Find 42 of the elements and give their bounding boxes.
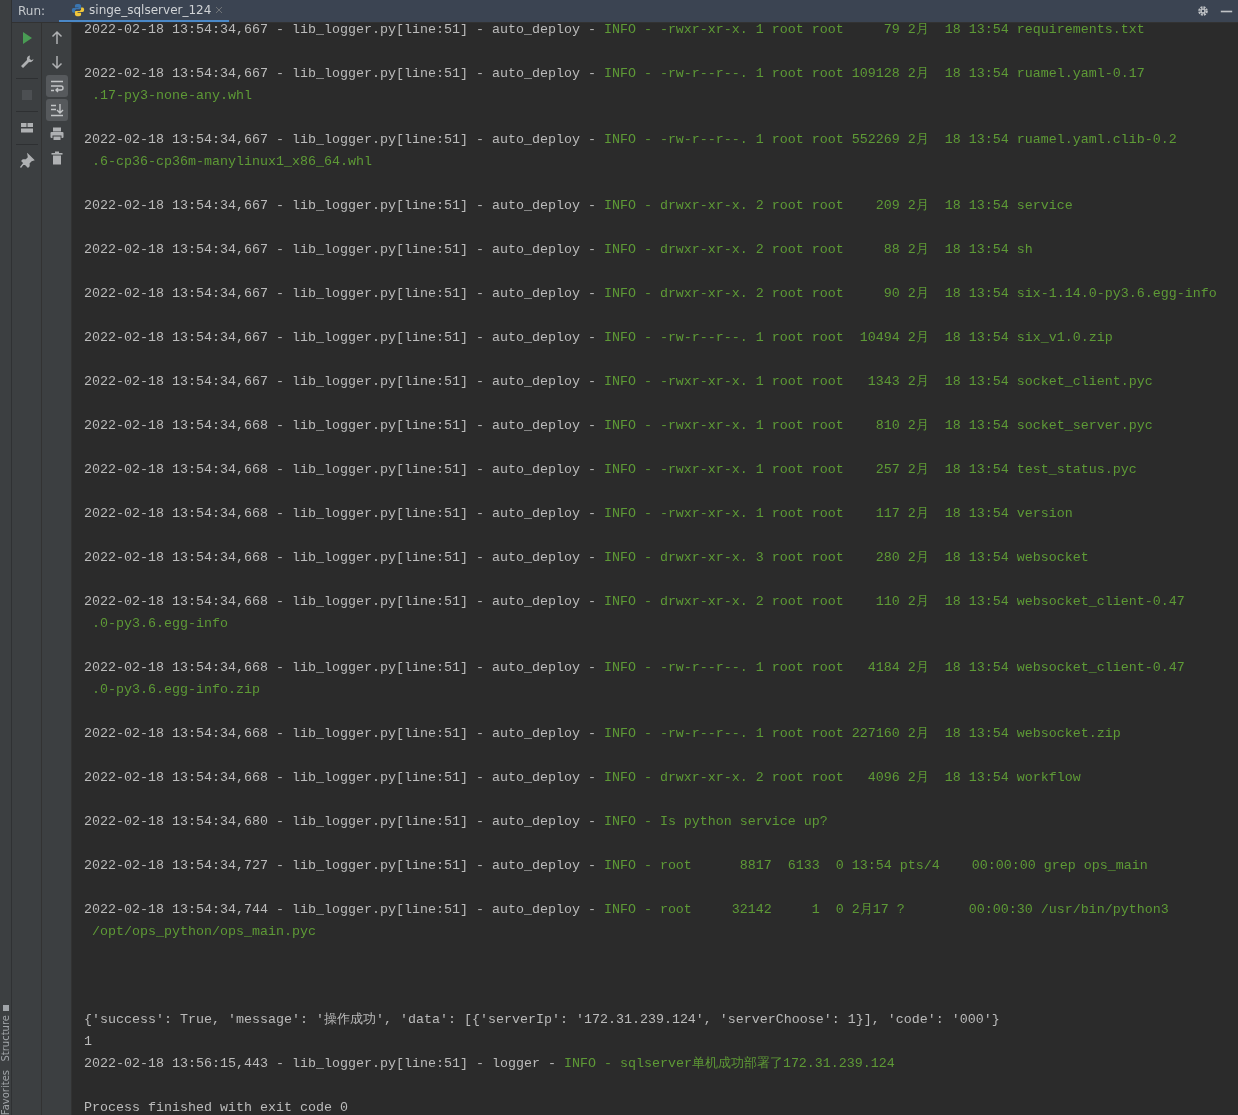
log-line: 2022-02-18 13:54:34,668 - lib_logger.py[line:51] - auto_deploy - INFO - -rwxr-xr-x. 1 root root 117 2月 18 13:54 version [84, 505, 1073, 523]
log-line: .17-py3-none-any.whl [91, 87, 252, 105]
soft-wrap-icon [48, 78, 65, 94]
log-line: 2022-02-18 13:56:15,443 - lib_logger.py[line:51] - logger - INFO - sqlserver单机成功部署了172.31.239.124 [84, 1055, 895, 1073]
log-line: .0-py3.6.egg-info [91, 615, 228, 633]
python-file-icon [71, 3, 86, 17]
log-line: 2022-02-18 13:54:34,668 - lib_logger.py[line:51] - auto_deploy - INFO - -rw-r--r--. 1 root root 227160 2月 18 13:54 websocket.zip [84, 725, 1121, 743]
grid-icon [2, 1005, 9, 1012]
printer-icon [48, 126, 65, 142]
log-line: 2022-02-18 13:54:34,668 - lib_logger.py[line:51] - auto_deploy - INFO - -rwxr-xr-x. 1 root root 810 2月 18 13:54 socket_server.pyc [84, 417, 1153, 435]
side-tab[interactable]: Favorites [0, 1069, 11, 1115]
side-tab[interactable]: Structure [0, 1015, 11, 1062]
log-line: 2022-02-18 13:54:34,680 - lib_logger.py[line:51] - auto_deploy - INFO - Is python service up? [84, 813, 828, 831]
soft-wrap-button[interactable] [45, 75, 68, 97]
log-line: 2022-02-18 13:54:34,668 - lib_logger.py[line:51] - auto_deploy - INFO - drwxr-xr-x. 2 root root 110 2月 18 13:54 websocket_client-0.47 [84, 593, 1185, 611]
scroll-to-end-button[interactable] [45, 99, 68, 121]
log-line: 2022-02-18 13:54:34,668 - lib_logger.py[line:51] - auto_deploy - INFO - -rw-r--r--. 1 root root 4184 2月 18 13:54 websocket_client-0.47 [84, 659, 1185, 677]
output-line: {'success': True, 'message': '操作成功', 'data': [{'serverIp': '172.31.239.124', 'serverChoose': 1}], 'code': '000'} [84, 1011, 1000, 1029]
log-line: 2022-02-18 13:54:34,667 - lib_logger.py[line:51] - auto_deploy - INFO - drwxr-xr-x. 2 root root 88 2月 18 13:54 sh [84, 241, 1033, 259]
log-line: 2022-02-18 13:54:34,667 - lib_logger.py[line:51] - auto_deploy - INFO - -rw-r--r--. 1 root root 109128 2月 18 13:54 ruamel.yaml-0.17 [84, 65, 1145, 83]
log-line: 2022-02-18 13:54:34,667 - lib_logger.py[line:51] - auto_deploy - INFO - -rw-r--r--. 1 root root 552269 2月 18 13:54 ruamel.yaml.clib-0.2 [84, 131, 1177, 149]
log-line: 2022-02-18 13:54:34,667 - lib_logger.py[line:51] - auto_deploy - INFO - drwxr-xr-x. 2 root root 90 2月 18 13:54 six-1.14.0-py3.6.egg-info [84, 285, 1217, 303]
pin-icon [18, 153, 35, 169]
run-label: Run: [17, 3, 47, 20]
output-line: Process finished with exit code 0 [84, 1099, 348, 1115]
log-line: /opt/ops_python/ops_main.pyc [91, 923, 316, 941]
scroll-to-end-icon [48, 102, 65, 118]
output-line: 1 [84, 1033, 92, 1051]
log-line: 2022-02-18 13:54:34,727 - lib_logger.py[line:51] - auto_deploy - INFO - root 8817 6133 0 13:54 pts/4 00:00:00 grep ops_main [84, 857, 1148, 875]
settings-icon[interactable] [1196, 4, 1210, 18]
log-line: .0-py3.6.egg-info.zip [91, 681, 260, 699]
log-line: 2022-02-18 13:54:34,667 - lib_logger.py[line:51] - auto_deploy - INFO - -rwxr-xr-x. 1 root root 1343 2月 18 13:54 socket_client.pyc [84, 373, 1153, 391]
log-line: 2022-02-18 13:54:34,668 - lib_logger.py[line:51] - auto_deploy - INFO - drwxr-xr-x. 3 root root 280 2月 18 13:54 websocket [84, 549, 1089, 567]
log-line: 2022-02-18 13:54:34,668 - lib_logger.py[line:51] - auto_deploy - INFO - drwxr-xr-x. 2 root root 4096 2月 18 13:54 workflow [84, 769, 1081, 787]
layout-icon [18, 120, 35, 136]
log-line: 2022-02-18 13:54:34,668 - lib_logger.py[line:51] - auto_deploy - INFO - -rwxr-xr-x. 1 root root 257 2月 18 13:54 test_status.pyc [84, 461, 1137, 479]
run-tab[interactable]: singe_sqlserver_124 [59, 0, 230, 22]
log-line: 2022-02-18 13:54:34,667 - lib_logger.py[line:51] - auto_deploy - INFO - -rw-r--r--. 1 root root 10494 2月 18 13:54 six_v1.0.zip [84, 329, 1113, 347]
log-line: 2022-02-18 13:54:34,744 - lib_logger.py[line:51] - auto_deploy - INFO - root 32142 1 0 2月17 ? 00:00:30 /usr/bin/python3 [84, 901, 1169, 919]
log-line: 2022-02-18 13:54:34,667 - lib_logger.py[line:51] - auto_deploy - INFO - drwxr-xr-x. 2 root root 209 2月 18 13:54 service [84, 197, 1073, 215]
log-line: 2022-02-18 13:54:34,667 - lib_logger.py[line:51] - auto_deploy - INFO - -rwxr-xr-x. 1 root root 79 2月 18 13:54 requirements.txt [84, 23, 1145, 39]
log-line: .6-cp36-cp36m-manylinux1_x86_64.whl [91, 153, 372, 171]
